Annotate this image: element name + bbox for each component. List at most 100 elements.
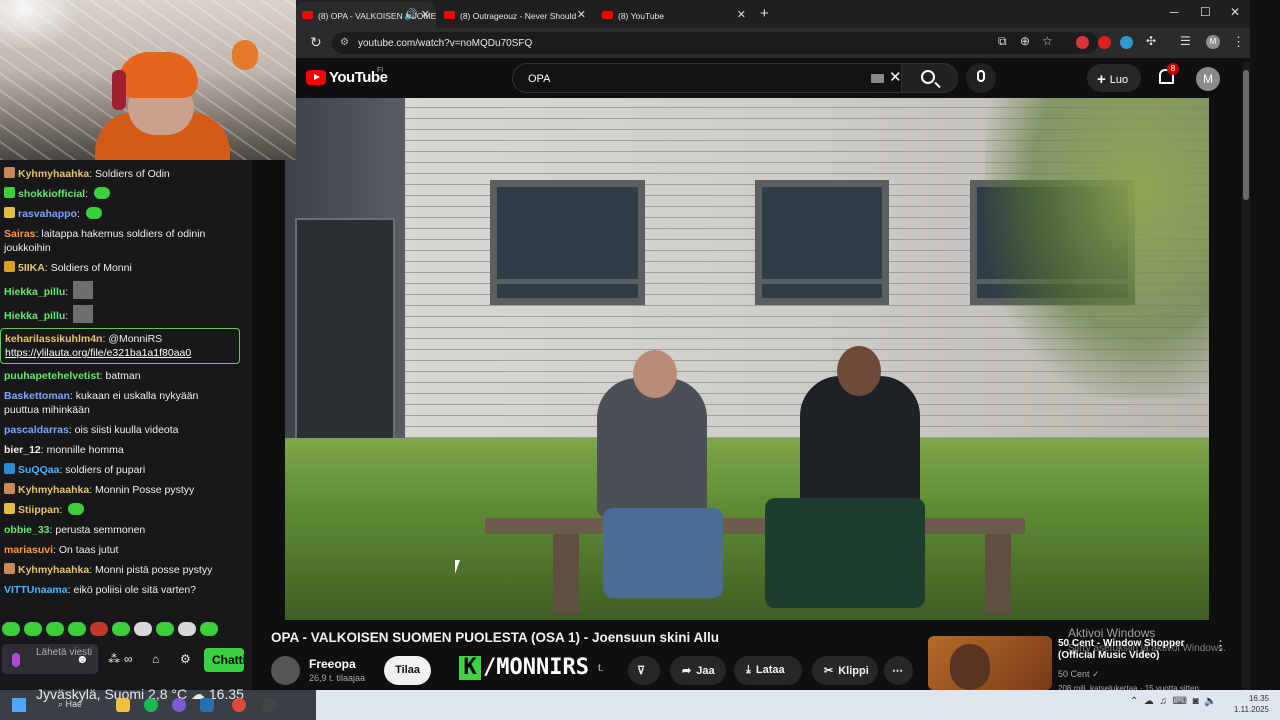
tab-opa[interactable]: (8) OPA - VALKOISEN SUOMEN 🔊 ✕ [296,2,436,28]
chat-username[interactable]: Hiekka_pillu [4,310,65,322]
chat-username[interactable]: Hiekka_pillu [4,286,65,298]
extensions-puzzle-icon[interactable]: ✣ [1146,34,1156,48]
chat-username[interactable]: Kyhmyhaahka [18,564,89,576]
start-icon[interactable] [12,698,26,712]
emoji-icon[interactable]: ☻ [76,652,89,666]
url-field[interactable]: ⚙ youtube.com/watch?v=noMQDu70SFQ [332,32,1098,54]
chat-badge-icon[interactable] [4,187,15,198]
discord-icon[interactable] [172,698,186,712]
emote[interactable] [2,622,20,636]
system-tray[interactable]: ⌃ ☁ ♫ ⌨ ◙ 🔈 [1130,696,1217,707]
search-button[interactable] [902,63,958,93]
chat-badge-icon[interactable] [4,261,15,272]
file-explorer-icon[interactable] [116,698,130,712]
maximize-icon[interactable]: ☐ [1200,5,1211,19]
site-info-icon[interactable]: ⚙ [340,37,349,48]
scrollbar-thumb[interactable] [1243,70,1249,200]
chat-badge-icon[interactable] [4,483,15,494]
chat-username[interactable]: Kyhmyhaahka [18,484,89,496]
search-input[interactable]: OPA ✕ [512,63,902,93]
chat-username[interactable]: puuhapetehelvetist [4,370,100,382]
chat-input[interactable]: Lähetä viesti ☻ [2,644,98,674]
reload-icon[interactable]: ↻ [310,34,322,51]
download-button[interactable]: ⤓ Lataa [734,656,802,685]
keyboard-icon[interactable] [871,74,884,83]
chat-username[interactable]: obbie_33 [4,524,50,536]
obs-icon[interactable] [262,698,276,712]
close-icon[interactable]: ✕ [421,8,430,21]
chat-image-thumbnail[interactable] [73,305,94,323]
extension-icon[interactable] [1076,36,1089,49]
chat-badge-icon[interactable] [4,463,15,474]
clip-button[interactable]: ✂ Klippi [812,656,878,685]
chat-username[interactable]: Sairas [4,228,36,240]
emote[interactable] [46,622,64,636]
clear-search-icon[interactable]: ✕ [889,68,902,86]
chat-link[interactable]: https://ylilauta.org/file/e321ba1a1f80aa… [5,347,191,359]
chat-username[interactable]: Baskettoman [4,390,70,402]
tab-outrageouz[interactable]: (8) Outrageouz - Never Should ✕ [438,2,592,28]
recommended-thumbnail[interactable] [928,636,1052,690]
chat-username[interactable]: bier_12 [4,444,41,456]
spotify-icon[interactable] [144,698,158,712]
chrome-icon[interactable] [232,698,246,712]
channel-avatar[interactable] [271,656,300,685]
settings-icon[interactable]: ⚙ [180,652,191,666]
window-close-icon[interactable]: ✕ [1230,5,1240,19]
emote[interactable] [90,622,108,636]
minimize-icon[interactable]: ─ [1170,5,1179,19]
zoom-icon[interactable]: ⊕ [1020,34,1030,48]
share-button[interactable]: ➦ Jaa [670,656,726,685]
new-tab-icon[interactable]: + [760,5,769,22]
close-icon[interactable]: ✕ [577,8,586,21]
video-player[interactable] [285,98,1209,620]
bookmark-star-icon[interactable]: ☆ [1042,34,1053,48]
emote[interactable] [156,622,174,636]
emote[interactable] [178,622,196,636]
app-icon[interactable] [200,698,214,712]
chat-username[interactable]: pascaldarras [4,424,69,436]
taskbar-search[interactable]: ⌕ Hae [58,699,82,710]
bits-icon[interactable]: ⁂ [108,652,120,666]
emote[interactable] [24,622,42,636]
profile-avatar[interactable]: M [1206,35,1220,49]
chat-username[interactable]: SuQQaa [18,464,59,476]
tab-youtube[interactable]: (8) YouTube ✕ [596,2,752,28]
chat-username[interactable]: mariasuvi [4,544,53,556]
chat-username[interactable]: shokkiofficial [18,188,85,200]
chat-username[interactable]: rasvahappo [18,208,77,220]
loop-icon[interactable]: ∞ [124,652,133,666]
account-avatar[interactable]: M [1196,67,1220,91]
chat-username[interactable]: Kyhmyhaahka [18,168,89,180]
subscribe-button[interactable]: Tilaa [384,656,431,685]
channel-name[interactable]: Freeopa [309,657,356,671]
browser-menu-icon[interactable]: ⋮ [1232,34,1245,50]
chat-badge-icon[interactable] [4,207,15,218]
more-actions-button[interactable]: ⋯ [884,656,913,685]
chat-badge-icon[interactable] [4,167,15,178]
chat-username[interactable]: keharilassikuhlm4n [5,333,102,345]
extension-icon[interactable] [1098,36,1111,49]
chat-username[interactable]: Stiippan [18,504,59,516]
reading-list-icon[interactable]: ☰ [1180,34,1191,48]
emote[interactable] [134,622,152,636]
chat-username[interactable]: VITTUnaama [4,584,68,596]
install-icon[interactable]: ⧉ [998,34,1007,49]
chat-image-thumbnail[interactable] [73,281,94,299]
voice-search-button[interactable] [966,63,996,93]
mute-icon[interactable]: 🔊 [404,8,418,21]
emote[interactable] [112,622,130,636]
chat-username[interactable]: 5IIKA [18,262,45,274]
emote[interactable] [200,622,218,636]
youtube-logo-icon[interactable] [306,70,326,85]
chat-send-button[interactable]: Chatti [204,648,244,672]
dislike-button[interactable]: ⊽ [628,656,660,685]
page-scrollbar[interactable] [1242,62,1250,690]
chat-badge-icon[interactable] [4,563,15,574]
store-icon[interactable]: ⌂ [152,652,159,666]
extension-icon[interactable] [1120,36,1133,49]
taskbar-clock[interactable]: 16.35 1.11.2025 [1233,693,1269,715]
close-icon[interactable]: ✕ [737,8,746,21]
emote[interactable] [68,622,86,636]
chat-badge-icon[interactable] [4,503,15,514]
